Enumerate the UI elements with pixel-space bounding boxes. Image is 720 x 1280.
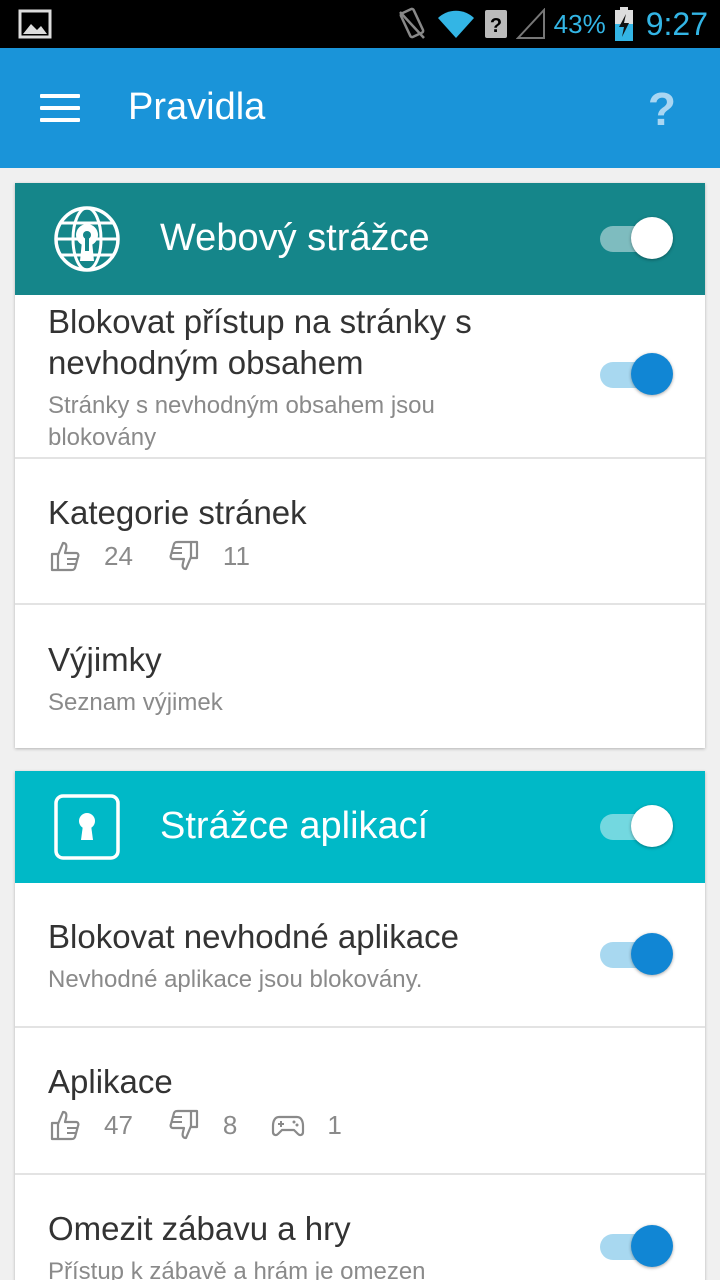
block-sites-row[interactable]: Blokovat přístup na stránky s nevhodným … xyxy=(15,295,705,459)
app-guard-header: Strážce aplikací xyxy=(15,771,705,883)
site-categories-stats: 24 11 xyxy=(48,539,284,573)
globe-lock-icon xyxy=(54,206,120,272)
limit-fun-row[interactable]: Omezit zábavu a hry Přístup k zábavě a h… xyxy=(15,1175,705,1280)
wifi-icon xyxy=(437,10,474,38)
apps-title: Aplikace xyxy=(48,1063,173,1100)
games-count: 1 xyxy=(327,1109,342,1140)
app-guard-toggle[interactable] xyxy=(600,805,674,849)
allowed-apps-count: 47 xyxy=(104,1109,133,1140)
app-guard-card: Strážce aplikací Blokovat nevhodné aplik… xyxy=(15,771,705,1280)
menu-icon[interactable] xyxy=(40,94,80,124)
limit-fun-toggle[interactable] xyxy=(600,1225,674,1269)
thumbs-up-icon xyxy=(50,1110,80,1141)
block-apps-subtitle: Nevhodné aplikace jsou blokovány. xyxy=(48,966,423,993)
exceptions-title: Výjimky xyxy=(48,641,162,678)
exceptions-row[interactable]: Výjimky Seznam výjimek xyxy=(15,605,705,748)
signal-icon xyxy=(515,8,545,39)
battery-charging-icon xyxy=(614,7,633,41)
site-categories-title: Kategorie stránek xyxy=(48,494,307,531)
page-title: Pravidla xyxy=(128,86,266,128)
thumbs-down-icon xyxy=(169,1109,199,1140)
unknown-sim-icon: ? xyxy=(484,10,507,38)
web-guard-title: Webový strážce xyxy=(160,217,430,259)
vibrate-icon xyxy=(398,7,425,39)
block-apps-title: Blokovat nevhodné aplikace xyxy=(48,918,459,955)
apps-stats: 47 8 1 xyxy=(48,1108,376,1142)
block-sites-subtitle-line2: blokovány xyxy=(48,424,157,451)
web-guard-header: Webový strážce xyxy=(15,183,705,295)
app-bar: Pravidla ? xyxy=(0,48,720,168)
block-sites-title-line2: nevhodným obsahem xyxy=(48,344,364,381)
thumbs-up-icon xyxy=(50,541,80,572)
site-categories-row[interactable]: Kategorie stránek 24 11 xyxy=(15,459,705,605)
block-apps-row[interactable]: Blokovat nevhodné aplikace Nevhodné apli… xyxy=(15,883,705,1028)
limit-fun-title: Omezit zábavu a hry xyxy=(48,1210,351,1247)
thumbs-down-icon xyxy=(169,540,199,571)
status-bar: ? 43% 9:27 xyxy=(0,0,720,48)
allowed-sites-count: 24 xyxy=(104,540,133,571)
block-sites-subtitle-line1: Stránky s nevhodným obsahem jsou xyxy=(48,392,435,419)
help-icon[interactable]: ? xyxy=(648,82,676,136)
block-sites-toggle[interactable] xyxy=(600,353,674,397)
gamepad-icon xyxy=(272,1115,305,1137)
limit-fun-subtitle: Přístup k zábavě a hrám je omezen xyxy=(48,1258,426,1280)
block-sites-title-line1: Blokovat přístup na stránky s xyxy=(48,303,472,340)
blocked-apps-count: 8 xyxy=(222,1109,238,1140)
web-guard-toggle[interactable] xyxy=(600,217,674,261)
app-lock-icon xyxy=(54,794,120,860)
battery-percent: 43% xyxy=(553,8,606,39)
svg-text:?: ? xyxy=(490,15,502,37)
web-guard-card: Webový strážce Blokovat přístup na strán… xyxy=(15,183,705,748)
app-guard-title: Strážce aplikací xyxy=(160,805,429,847)
blocked-sites-count: 11 xyxy=(222,540,250,571)
exceptions-subtitle: Seznam výjimek xyxy=(48,689,223,716)
image-icon xyxy=(18,9,52,39)
block-apps-toggle[interactable] xyxy=(600,933,674,977)
apps-row[interactable]: Aplikace 47 8 1 xyxy=(15,1028,705,1175)
clock: 9:27 xyxy=(645,5,708,42)
